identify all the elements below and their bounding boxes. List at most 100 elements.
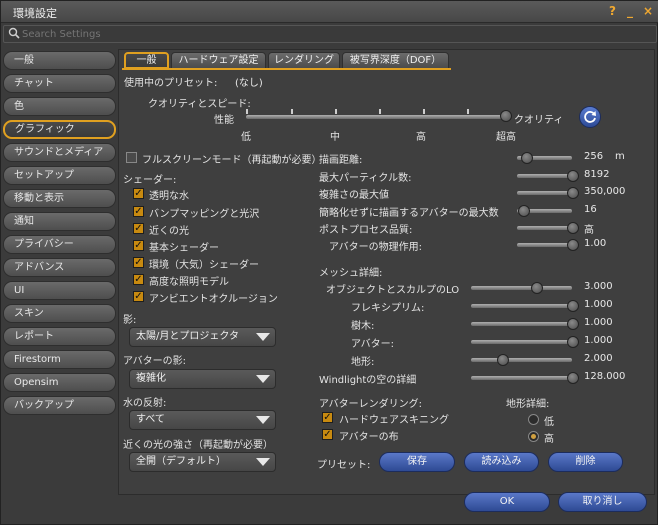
ok-button[interactable]: OK [464, 492, 550, 512]
mesh-avatars-track[interactable] [471, 340, 572, 344]
avatar-cloth-checkbox[interactable]: ✓ [322, 429, 333, 440]
sidebar-item-setup[interactable]: セットアップ [3, 166, 116, 185]
water-reflection-value: すべて [136, 414, 165, 425]
sidebar-item-privacy[interactable]: プライバシー [3, 235, 116, 254]
windlight-track[interactable] [471, 376, 572, 380]
mesh-trees-track[interactable] [471, 322, 572, 326]
shadows-label: 影: [123, 315, 137, 326]
quality-tick-low: 低 [241, 132, 251, 143]
presets-label: プリセット: [317, 460, 371, 471]
sidebar-item-general[interactable]: 一般 [3, 51, 116, 70]
max-avatars-knob[interactable] [518, 205, 530, 217]
max-complexity-knob[interactable] [567, 187, 579, 199]
help-button[interactable]: ? [609, 4, 616, 18]
quality-tick-ultra: 超高 [496, 132, 516, 143]
shader-basic: 基本シェーダー [149, 243, 219, 254]
terrain-low-radio[interactable] [528, 414, 539, 425]
draw-distance-unit: m [615, 151, 625, 162]
terrain-high-label: 高 [544, 434, 554, 445]
sidebar-item-firestorm[interactable]: Firestorm [3, 350, 116, 369]
tab-general[interactable]: 一般 [124, 52, 169, 69]
postprocess-label: ポストプロセス品質: [319, 225, 413, 236]
close-button[interactable]: × [643, 4, 653, 18]
sidebar-item-chat[interactable]: チャット [3, 74, 116, 93]
shader-atmospheric: 環境（大気）シェーダー [149, 260, 259, 271]
mesh-flexiprims-track[interactable] [471, 304, 572, 308]
minimize-button[interactable]: _ [627, 4, 633, 18]
cancel-button[interactable]: 取り消し [558, 492, 647, 512]
sidebar-item-colors[interactable]: 色 [3, 97, 116, 116]
search-input[interactable] [22, 27, 642, 41]
sidebar-item-advanced[interactable]: アドバンス [3, 258, 116, 277]
tab-hardware[interactable]: ハードウェア設定 [171, 52, 266, 69]
save-preset-button[interactable]: 保存 [379, 452, 455, 472]
sidebar-item-opensim[interactable]: Opensim [3, 373, 116, 392]
preferences-window: 環境設定 ? _ × 一般 チャット 色 グラフィック サウンドとメディア セッ… [0, 0, 658, 525]
shader-checkbox[interactable]: ✓ [133, 206, 144, 217]
sidebar-item-backup[interactable]: バックアップ [3, 396, 116, 415]
avatar-physics-track[interactable] [517, 243, 572, 247]
fullscreen-checkbox[interactable] [126, 152, 137, 163]
max-particles-knob[interactable] [567, 170, 579, 182]
postprocess-knob[interactable] [567, 222, 579, 234]
max-avatars-value: 16 [584, 204, 597, 215]
avatar-shadows-combo[interactable]: 複雑化 [129, 369, 276, 389]
quality-tick-high: 高 [416, 132, 426, 143]
draw-distance-knob[interactable] [521, 152, 533, 164]
shader-checkbox[interactable]: ✓ [133, 274, 144, 285]
terrain-high-radio[interactable] [528, 431, 539, 442]
shader-checkbox[interactable]: ✓ [133, 291, 144, 302]
quality-right-label: クオリティ [514, 115, 564, 126]
mesh-objects-knob[interactable] [531, 282, 543, 294]
avatar-physics-knob[interactable] [567, 239, 579, 251]
shadows-combo[interactable]: 太陽/月とプロジェクタ [129, 327, 276, 347]
shader-bump-shiny: バンプマッピングと光沢 [149, 209, 260, 220]
sidebar-item-ui[interactable]: UI [3, 281, 116, 300]
max-particles-track[interactable] [517, 174, 572, 178]
max-complexity-track[interactable] [517, 191, 572, 195]
windlight-knob[interactable] [567, 372, 579, 384]
mesh-avatars-knob[interactable] [567, 336, 579, 348]
mesh-flexiprims-knob[interactable] [567, 300, 579, 312]
shaders-label: シェーダー: [123, 175, 177, 186]
mesh-avatars-label: アバター: [351, 339, 394, 350]
shader-checkbox[interactable]: ✓ [133, 240, 144, 251]
tab-dof[interactable]: 被写界深度（DOF） [342, 52, 449, 69]
sidebar-item-notifications[interactable]: 通知 [3, 212, 116, 231]
mesh-flexiprims-value: 1.000 [584, 299, 613, 310]
reset-quality-button[interactable] [579, 106, 601, 128]
max-particles-value: 8192 [584, 169, 610, 180]
quality-slider-knob[interactable] [500, 110, 512, 122]
postprocess-value: 高 [584, 225, 594, 236]
mesh-terrain-knob[interactable] [497, 354, 509, 366]
quality-left-label: 性能 [214, 115, 234, 126]
title-bar[interactable]: 環境設定 ? _ × [1, 1, 658, 23]
sidebar-item-sound-media[interactable]: サウンドとメディア [3, 143, 116, 162]
load-preset-button[interactable]: 読み込み [464, 452, 539, 472]
near-light-value: 全開（デフォルト） [136, 456, 226, 467]
mesh-objects-track[interactable] [471, 286, 572, 290]
sidebar-item-reporting[interactable]: レポート [3, 327, 116, 346]
quality-slider-track[interactable] [246, 115, 510, 119]
window-title: 環境設定 [13, 7, 57, 20]
hardware-skinning-checkbox[interactable]: ✓ [322, 412, 333, 423]
water-reflection-combo[interactable]: すべて [129, 410, 276, 430]
sidebar-item-graphics[interactable]: グラフィック [3, 120, 116, 139]
quality-tick-mid: 中 [330, 132, 340, 143]
tab-rendering[interactable]: レンダリング [268, 52, 340, 69]
shader-checkbox[interactable]: ✓ [133, 223, 144, 234]
postprocess-track[interactable] [517, 226, 572, 230]
shader-checkbox[interactable]: ✓ [133, 257, 144, 268]
mesh-objects-value: 3.000 [584, 281, 613, 292]
mesh-avatars-value: 1.000 [584, 335, 613, 346]
sidebar-item-move-view[interactable]: 移動と表示 [3, 189, 116, 208]
mesh-trees-knob[interactable] [567, 318, 579, 330]
delete-preset-button[interactable]: 削除 [548, 452, 623, 472]
shader-checkbox[interactable]: ✓ [133, 188, 144, 199]
near-light-combo[interactable]: 全開（デフォルト） [129, 452, 276, 472]
shader-advanced-lighting: 高度な照明モデル [149, 277, 229, 288]
quality-tick [335, 109, 337, 114]
avatar-render-label: アバターレンダリング: [319, 399, 422, 410]
sidebar-item-skins[interactable]: スキン [3, 304, 116, 323]
mesh-terrain-track[interactable] [471, 358, 572, 362]
